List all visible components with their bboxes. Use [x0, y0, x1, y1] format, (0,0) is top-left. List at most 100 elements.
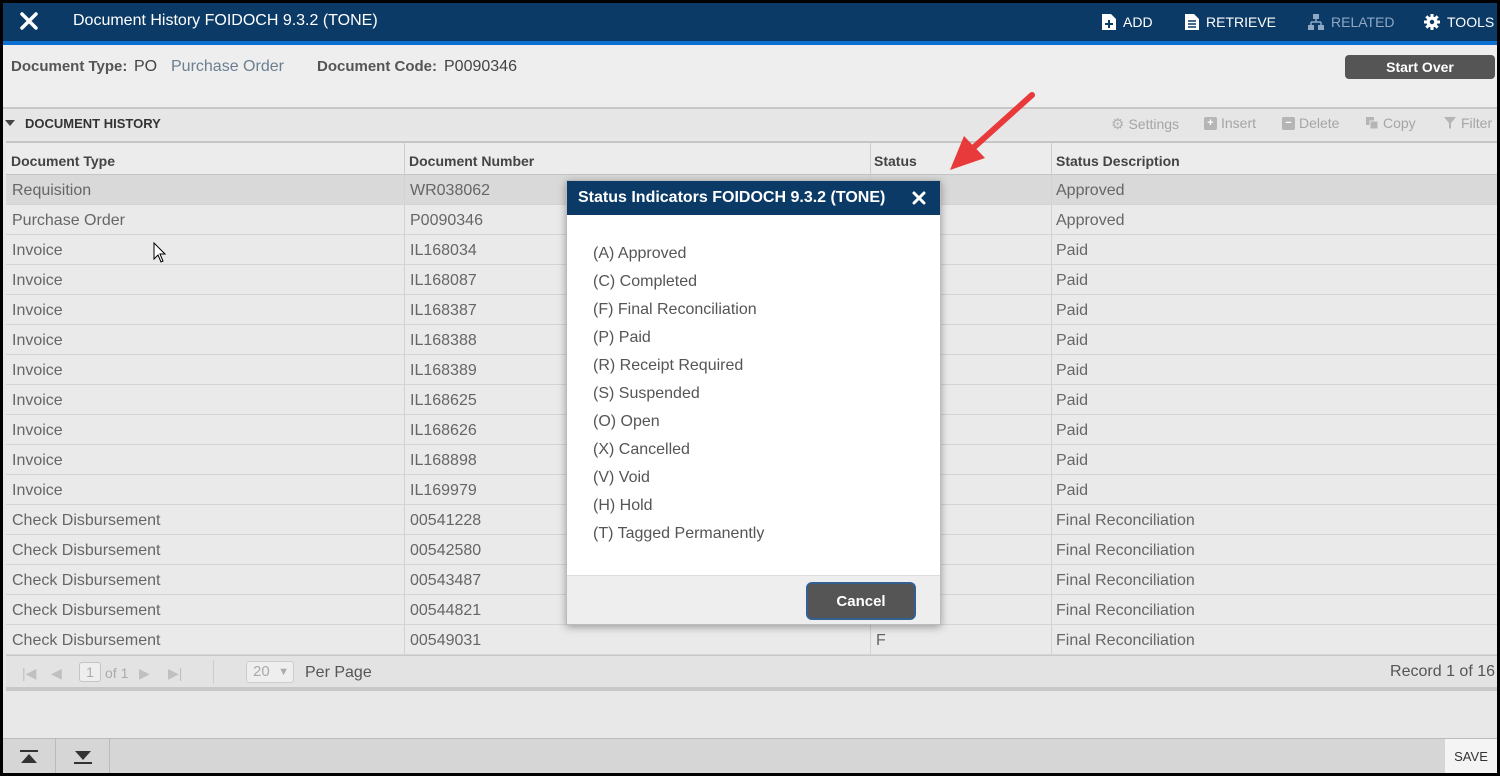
delete-button[interactable]: − Delete [1282, 115, 1339, 131]
cell-document-type[interactable]: Invoice [12, 392, 63, 410]
cell-document-type[interactable]: Invoice [12, 482, 63, 500]
section-header: DOCUMENT HISTORY ⚙ Settings + Insert − D… [3, 109, 1497, 137]
cell-divider [1051, 505, 1052, 535]
page-size-select[interactable]: 20 ▼ [246, 661, 294, 683]
cell-status-description[interactable]: Final Reconciliation [1056, 512, 1195, 530]
cell-status-description[interactable]: Paid [1056, 482, 1088, 500]
cell-document-type[interactable]: Invoice [12, 362, 63, 380]
filter-label: Filter [1461, 115, 1493, 131]
cell-status-description[interactable]: Paid [1056, 362, 1088, 380]
cell-document-type[interactable]: Purchase Order [12, 212, 125, 230]
cell-divider [1051, 295, 1052, 325]
close-icon[interactable] [912, 191, 926, 205]
cell-status-description[interactable]: Final Reconciliation [1056, 602, 1195, 620]
cell-document-number[interactable]: 00541228 [410, 512, 481, 530]
cell-divider [404, 385, 405, 415]
status-indicator-item: (C) Completed [593, 273, 698, 290]
cell-status-description[interactable]: Approved [1056, 182, 1125, 200]
page-number-input[interactable]: 1 [79, 662, 101, 682]
column-header-status-description[interactable]: Status Description [1056, 153, 1180, 169]
cell-document-type[interactable]: Invoice [12, 422, 63, 440]
cell-document-number[interactable]: 00549031 [410, 632, 481, 650]
cell-document-number[interactable]: IL168388 [410, 332, 477, 350]
cell-document-type[interactable]: Invoice [12, 272, 63, 290]
cell-status-description[interactable]: Paid [1056, 242, 1088, 260]
cell-divider [1051, 205, 1052, 235]
cell-status-description[interactable]: Paid [1056, 392, 1088, 410]
scroll-top-icon [20, 749, 38, 763]
column-header-document-number[interactable]: Document Number [409, 153, 534, 169]
related-button[interactable]: RELATED [1307, 11, 1395, 33]
save-button[interactable]: SAVE [1445, 739, 1497, 773]
cell-document-number[interactable]: IL168389 [410, 362, 477, 380]
cell-status[interactable]: F [876, 632, 886, 650]
document-type-label: Document Type: [11, 58, 128, 75]
cell-status-description[interactable]: Paid [1056, 332, 1088, 350]
scroll-to-bottom-button[interactable] [57, 739, 110, 773]
cell-status-description[interactable]: Approved [1056, 212, 1125, 230]
cell-status-description[interactable]: Final Reconciliation [1056, 572, 1195, 590]
cell-divider [1051, 325, 1052, 355]
next-page-icon[interactable]: ▶ [139, 665, 150, 682]
cell-document-type[interactable]: Invoice [12, 302, 63, 320]
cell-document-number[interactable]: WR038062 [410, 182, 490, 200]
cell-status-description[interactable]: Paid [1056, 272, 1088, 290]
cancel-button[interactable]: Cancel [806, 582, 916, 620]
column-header-status[interactable]: Status [874, 153, 917, 169]
column-header-document-type[interactable]: Document Type [11, 153, 115, 169]
cell-document-number[interactable]: 00542580 [410, 542, 481, 560]
cell-divider [1051, 415, 1052, 445]
cell-document-type[interactable]: Requisition [12, 182, 91, 200]
cell-divider [404, 355, 405, 385]
retrieve-button[interactable]: RETRIEVE [1184, 11, 1276, 33]
scroll-to-top-button[interactable] [3, 739, 56, 773]
last-page-icon[interactable]: ▶| [168, 665, 182, 682]
first-page-icon[interactable]: |◀ [22, 665, 36, 682]
settings-button[interactable]: ⚙ Settings [1111, 115, 1179, 133]
tools-button[interactable]: TOOLS [1423, 11, 1494, 33]
cell-divider [404, 175, 405, 205]
cell-document-number[interactable]: IL168034 [410, 242, 477, 260]
previous-page-icon[interactable]: ◀ [51, 665, 62, 682]
cell-document-number[interactable]: IL169979 [410, 482, 477, 500]
cell-document-type[interactable]: Invoice [12, 452, 63, 470]
document-type-description: Purchase Order [171, 58, 284, 75]
cell-document-type[interactable]: Invoice [12, 242, 63, 260]
document-code-value: P0090346 [444, 58, 517, 75]
cell-document-number[interactable]: 00543487 [410, 572, 481, 590]
cell-document-type[interactable]: Check Disbursement [12, 572, 161, 590]
plus-icon: + [1204, 116, 1217, 130]
cell-status-description[interactable]: Paid [1056, 302, 1088, 320]
cell-divider [1051, 445, 1052, 475]
cell-divider [1051, 595, 1052, 625]
start-over-button[interactable]: Start Over [1345, 55, 1495, 79]
cell-document-type[interactable]: Check Disbursement [12, 542, 161, 560]
cell-status-description[interactable]: Paid [1056, 452, 1088, 470]
status-indicator-list: (A) Approved (C) Completed (F) Final Recon… [593, 245, 764, 553]
cell-status-description[interactable]: Final Reconciliation [1056, 542, 1195, 560]
close-icon[interactable] [17, 9, 41, 33]
table-row[interactable]: Check Disbursement 00549031 F Final Reconci… [6, 625, 1497, 655]
cell-document-type[interactable]: Check Disbursement [12, 512, 161, 530]
cell-status-description[interactable]: Paid [1056, 422, 1088, 440]
cell-document-type[interactable]: Invoice [12, 332, 63, 350]
mouse-cursor-icon [153, 242, 167, 263]
collapse-caret-icon[interactable] [5, 120, 15, 126]
status-indicator-item: (T) Tagged Permanently [593, 525, 765, 542]
status-indicator-item: (X) Cancelled [593, 441, 690, 458]
cell-status-description[interactable]: Final Reconciliation [1056, 632, 1195, 650]
insert-button[interactable]: + Insert [1204, 115, 1256, 131]
cell-document-number[interactable]: IL168625 [410, 392, 477, 410]
related-hierarchy-icon [1308, 14, 1324, 30]
cell-document-number[interactable]: 00544821 [410, 602, 481, 620]
cell-document-type[interactable]: Check Disbursement [12, 632, 161, 650]
cell-document-type[interactable]: Check Disbursement [12, 602, 161, 620]
cell-document-number[interactable]: IL168898 [410, 452, 477, 470]
copy-button[interactable]: Copy [1365, 115, 1416, 131]
cell-document-number[interactable]: IL168387 [410, 302, 477, 320]
cell-document-number[interactable]: IL168087 [410, 272, 477, 290]
cell-document-number[interactable]: IL168626 [410, 422, 477, 440]
filter-button[interactable]: Filter [1443, 115, 1492, 131]
cell-document-number[interactable]: P0090346 [410, 212, 483, 230]
add-button[interactable]: ADD [1101, 11, 1153, 33]
